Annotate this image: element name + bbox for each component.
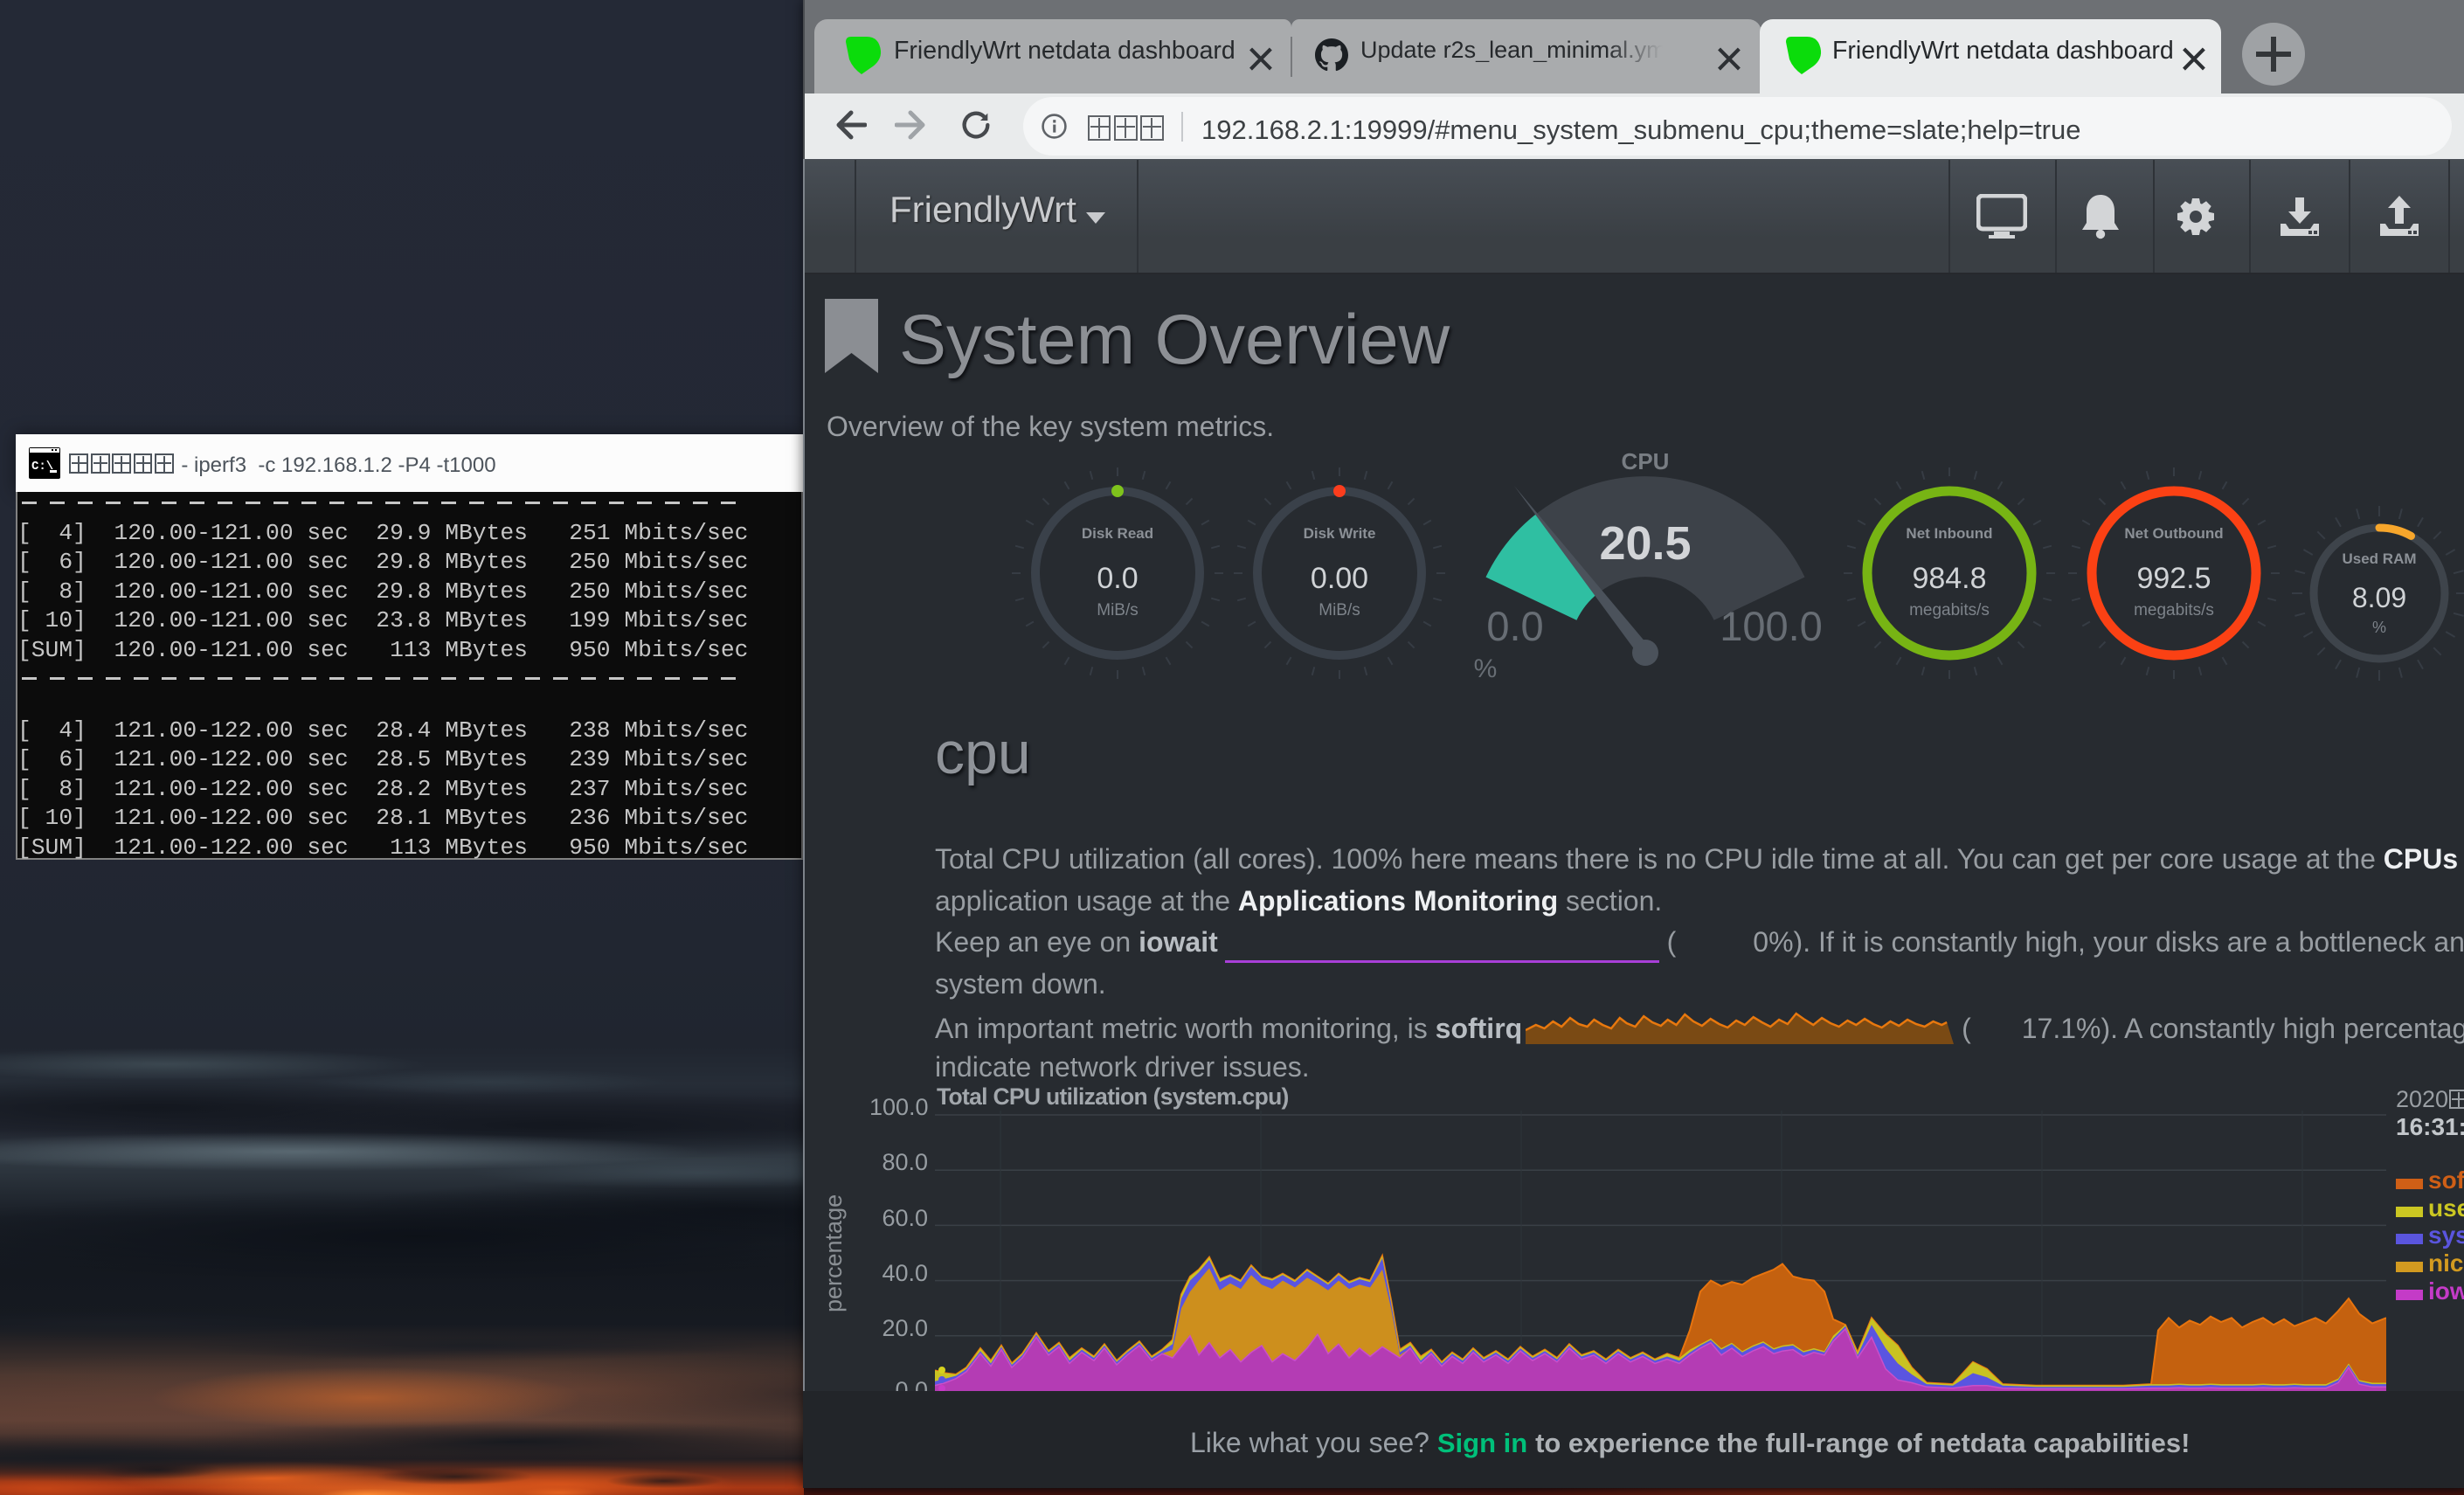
svg-text:Disk Write: Disk Write [1304, 525, 1376, 542]
svg-text:0.0: 0.0 [1097, 562, 1138, 595]
svg-text:megabits/s: megabits/s [2134, 601, 2214, 619]
svg-text:CPU: CPU [1622, 448, 1670, 474]
svg-text:MiB/s: MiB/s [1319, 601, 1360, 619]
svg-text:984.8: 984.8 [1912, 562, 1986, 595]
svg-text:megabits/s: megabits/s [1909, 601, 1990, 619]
svg-text:0.0: 0.0 [1486, 603, 1543, 649]
svg-text:%: % [1474, 654, 1498, 683]
svg-text:%: % [2372, 619, 2386, 636]
svg-text:100.0: 100.0 [1720, 603, 1823, 649]
svg-text:20.5: 20.5 [1599, 517, 1691, 570]
svg-text:Disk Read: Disk Read [1082, 525, 1153, 542]
svg-text:Used RAM: Used RAM [2342, 550, 2416, 567]
svg-text:8.09: 8.09 [2352, 582, 2406, 613]
svg-text:992.5: 992.5 [2136, 562, 2211, 595]
svg-text:MiB/s: MiB/s [1097, 601, 1139, 619]
svg-text:0.00: 0.00 [1311, 562, 1368, 595]
svg-text:Net Inbound: Net Inbound [1906, 525, 1992, 542]
svg-text:Net Outbound: Net Outbound [2124, 525, 2223, 542]
